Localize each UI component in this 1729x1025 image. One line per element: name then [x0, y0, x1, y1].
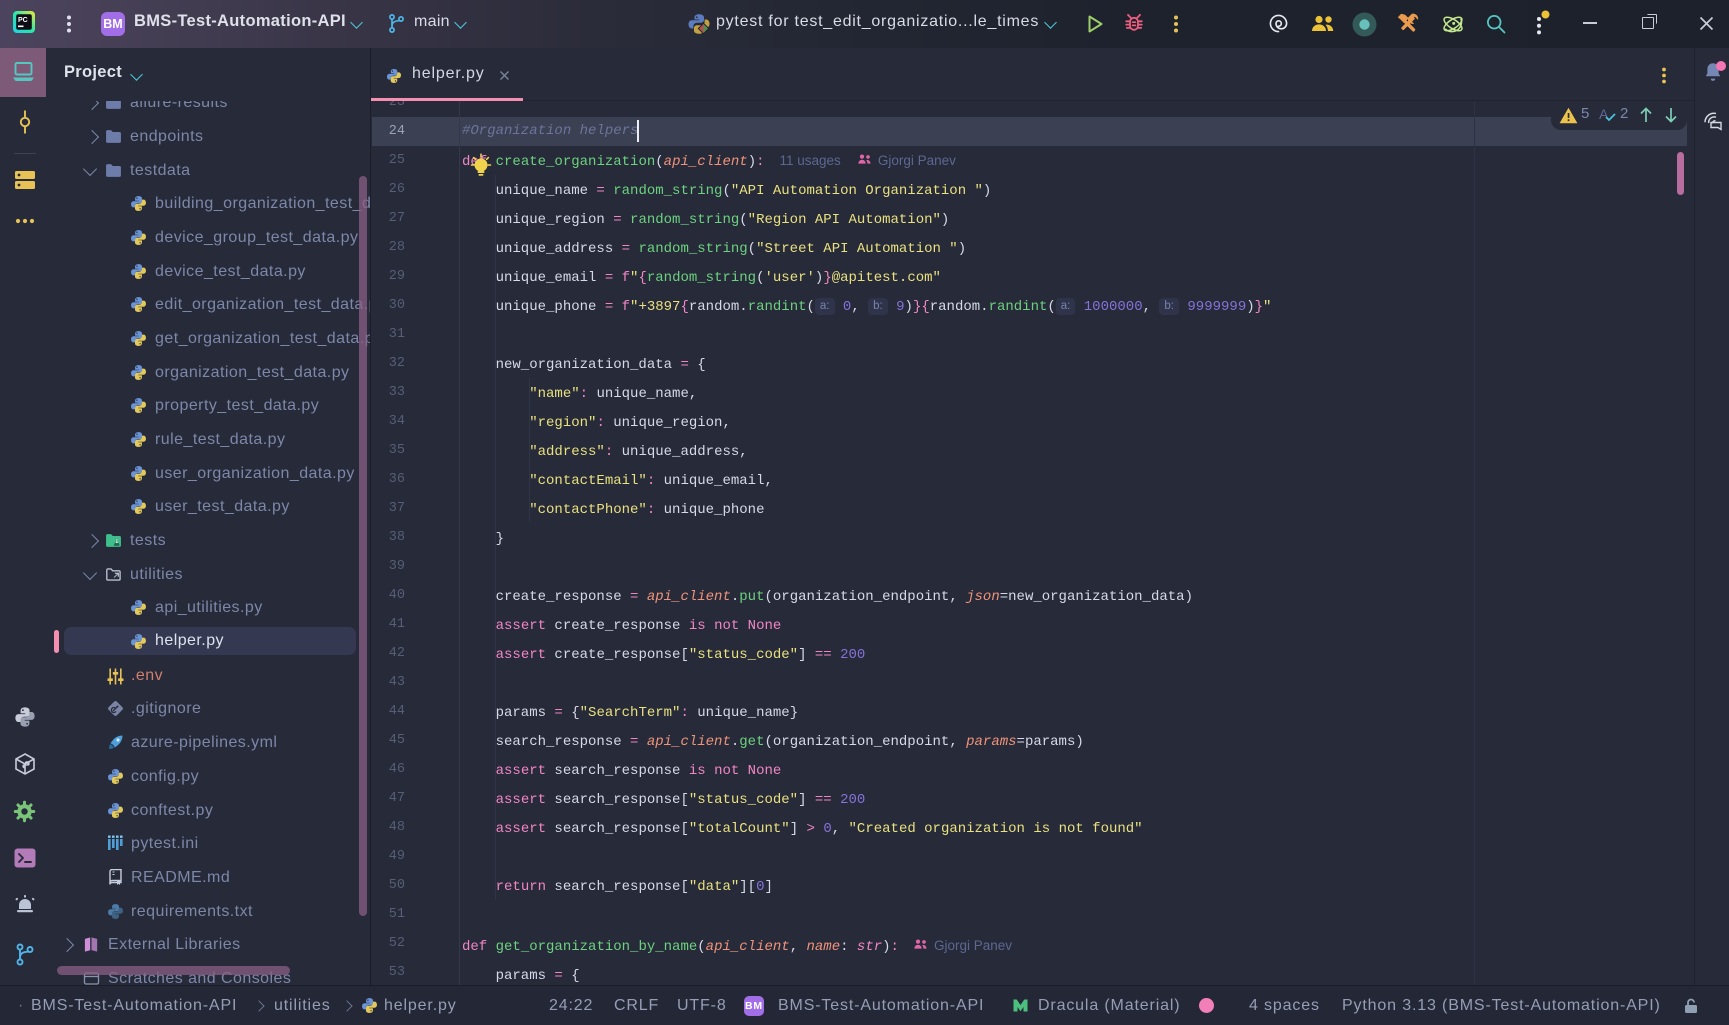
- svg-text:PC: PC: [18, 17, 28, 24]
